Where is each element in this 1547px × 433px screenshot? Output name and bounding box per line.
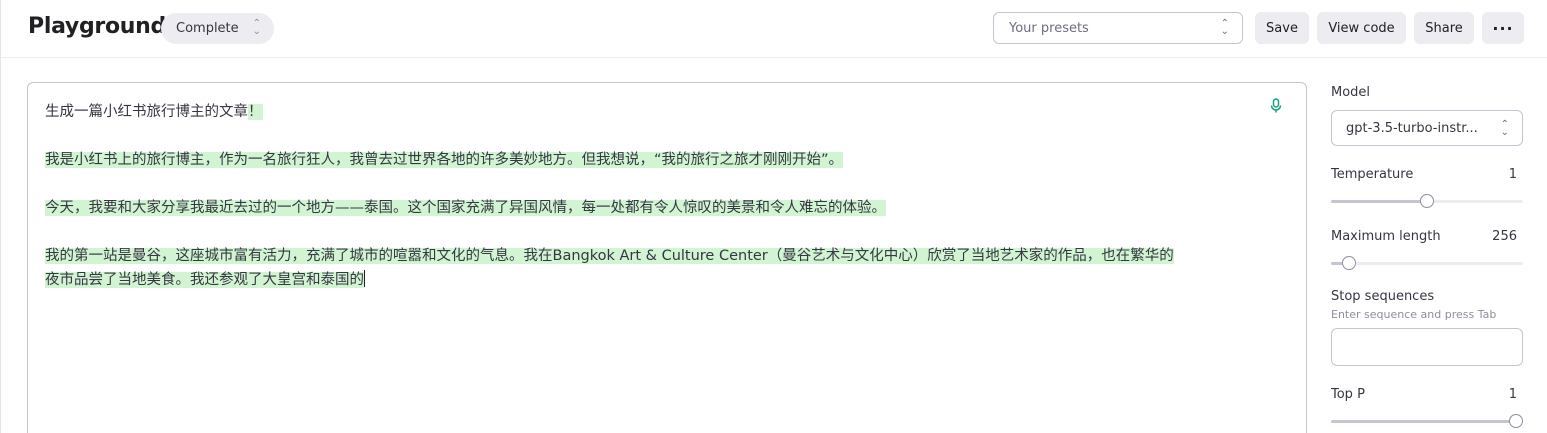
mode-select-value: Complete xyxy=(176,21,239,36)
chevron-updown-icon: ⌃ ⌄ xyxy=(1500,119,1509,138)
completion-text: 我是小红书上的旅行博主，作为一名旅行狂人，我曾去过世界各地的许多美妙地方。但我想… xyxy=(45,152,844,168)
presets-select[interactable]: Your presets ⌃ ⌄ xyxy=(993,12,1243,44)
header: Playground Complete ⌃ ⌄ Your presets ⌃ ⌄ S… xyxy=(0,0,1547,58)
completion-paragraph: 夜市品尝了当地美食。我还参观了大皇宫和泰国的 xyxy=(45,268,1270,292)
microphone-icon[interactable] xyxy=(1269,98,1283,114)
prompt-text: 生成一篇小红书旅行博主的文章 xyxy=(45,104,248,120)
slider-thumb[interactable] xyxy=(1420,194,1434,208)
completion-text: 我的第一站是曼谷，这座城市富有活力，充满了城市的喧嚣和文化的气息。我在Bangk… xyxy=(45,248,1174,264)
completion-paragraph: 我是小红书上的旅行博主，作为一名旅行狂人，我曾去过世界各地的许多美妙地方。但我想… xyxy=(45,148,1270,172)
completion-paragraph: 我的第一站是曼谷，这座城市富有活力，充满了城市的喧嚣和文化的气息。我在Bangk… xyxy=(45,244,1270,268)
top-p-slider[interactable] xyxy=(1331,414,1523,428)
model-select-value: gpt-3.5-turbo-instr... xyxy=(1346,120,1478,136)
prompt-editor[interactable]: 生成一篇小红书旅行博主的文章！ 我是小红书上的旅行博主，作为一名旅行狂人，我曾去… xyxy=(27,82,1307,433)
prompt-line: 生成一篇小红书旅行博主的文章！ xyxy=(45,100,1270,124)
chevron-updown-icon: ⌃ ⌄ xyxy=(1220,18,1229,37)
left-divider xyxy=(0,58,1,433)
top-p-value: 1 xyxy=(1508,387,1517,402)
share-button[interactable]: Share xyxy=(1414,12,1474,44)
save-button[interactable]: Save xyxy=(1255,12,1309,44)
temperature-label: Temperature xyxy=(1331,167,1414,182)
model-label: Model xyxy=(1331,85,1371,100)
temperature-value: 1 xyxy=(1508,167,1517,182)
mode-select[interactable]: Complete ⌃ ⌄ xyxy=(161,13,274,44)
completion-start: ！ xyxy=(248,104,263,120)
temperature-slider[interactable] xyxy=(1331,194,1523,208)
editor-text[interactable]: 生成一篇小红书旅行博主的文章！ 我是小红书上的旅行博主，作为一名旅行狂人，我曾去… xyxy=(45,100,1270,292)
stop-sequences-input[interactable] xyxy=(1331,328,1523,366)
slider-thumb[interactable] xyxy=(1341,256,1356,270)
max-length-value: 256 xyxy=(1492,229,1517,244)
completion-paragraph: 今天，我要和大家分享我最近去过的一个地方——泰国。这个国家充满了异国风情，每一处… xyxy=(45,196,1270,220)
page-title: Playground xyxy=(28,14,166,39)
chevron-updown-icon: ⌃ ⌄ xyxy=(252,18,261,37)
more-options-button[interactable]: ··· xyxy=(1482,12,1524,44)
presets-placeholder: Your presets xyxy=(1009,20,1089,36)
text-caret xyxy=(364,270,365,287)
completion-text: 今天，我要和大家分享我最近去过的一个地方——泰国。这个国家充满了异国风情，每一处… xyxy=(45,200,886,216)
max-length-slider[interactable] xyxy=(1331,256,1523,270)
stop-sequences-hint: Enter sequence and press Tab xyxy=(1331,308,1497,321)
completion-text: 夜市品尝了当地美食。我还参观了大皇宫和泰国的 xyxy=(45,272,364,288)
model-select[interactable]: gpt-3.5-turbo-instr... ⌃ ⌄ xyxy=(1331,110,1523,146)
slider-thumb[interactable] xyxy=(1509,414,1523,428)
stop-sequences-label: Stop sequences xyxy=(1331,289,1435,304)
more-icon: ··· xyxy=(1492,18,1514,38)
max-length-label: Maximum length xyxy=(1331,229,1441,244)
view-code-button[interactable]: View code xyxy=(1317,12,1406,44)
top-p-label: Top P xyxy=(1331,387,1365,402)
